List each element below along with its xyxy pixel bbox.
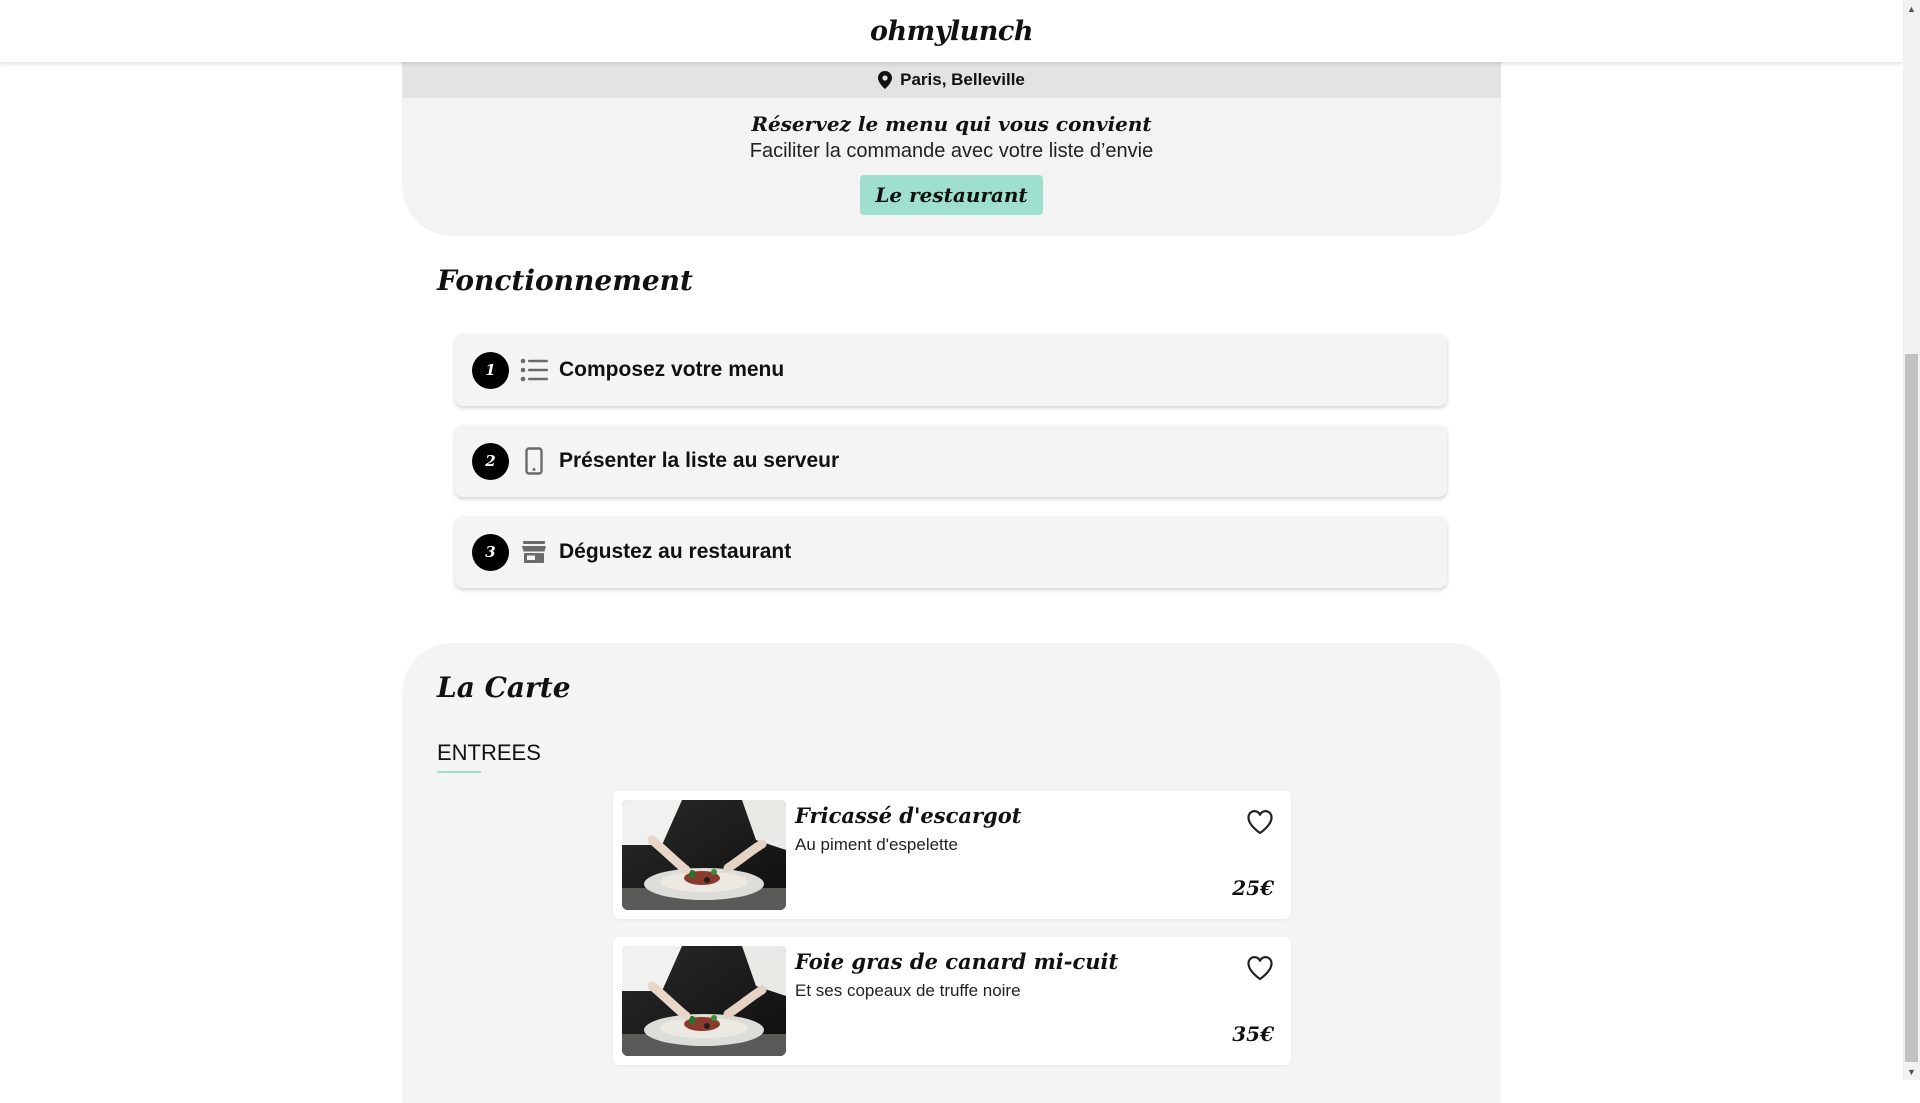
step-number: 1 — [472, 351, 509, 389]
top-header: ohmylunch — [0, 0, 1903, 62]
dish-photo — [622, 946, 786, 1056]
page-scrollbar[interactable]: ▲ ▼ — [1903, 0, 1920, 1080]
location-label: Paris, Belleville — [900, 70, 1025, 89]
how-it-works-title: Fonctionnement — [437, 264, 693, 297]
scroll-up-arrow-icon[interactable]: ▲ — [1903, 0, 1920, 17]
step-label: Présenter la liste au serveur — [559, 449, 840, 472]
step-number: 3 — [472, 533, 509, 571]
store-icon — [520, 538, 548, 566]
step-label: Dégustez au restaurant — [559, 540, 792, 563]
heart-icon[interactable] — [1246, 955, 1274, 981]
dish-description: Et ses copeaux de truffe noire — [795, 981, 1021, 1000]
step-compose-menu: 1 Composez votre menu — [455, 334, 1447, 406]
restaurant-button[interactable]: Le restaurant — [860, 175, 1043, 215]
dish-name: Fricassé d'escargot — [795, 803, 1022, 828]
hero-title: Réservez le menu qui vous convient — [751, 112, 1152, 136]
dish-card[interactable]: Foie gras de canard mi-cuit Et ses copea… — [613, 937, 1291, 1065]
step-present-list: 2 Présenter la liste au serveur — [455, 425, 1447, 497]
category-underline — [437, 771, 481, 773]
step-number: 2 — [472, 442, 509, 480]
dish-price: 25€ — [1232, 876, 1274, 900]
dish-photo — [622, 800, 786, 910]
heart-icon[interactable] — [1246, 809, 1274, 835]
phone-icon — [520, 447, 548, 475]
brand-logo[interactable]: ohmylunch — [870, 16, 1033, 47]
scroll-down-arrow-icon[interactable]: ▼ — [1903, 1063, 1920, 1080]
hero-card: Réservez le menu qui vous convient Facil… — [402, 98, 1501, 236]
hero-subtitle: Faciliter la commande avec votre liste d… — [749, 140, 1154, 162]
map-pin-icon — [878, 71, 893, 89]
menu-title: La Carte — [437, 671, 571, 704]
step-eat-at-restaurant: 3 Dégustez au restaurant — [455, 516, 1447, 588]
category-tab-entrees[interactable]: ENTREES — [437, 740, 541, 766]
step-label: Composez votre menu — [559, 358, 785, 381]
list-icon — [520, 356, 548, 384]
dish-card[interactable]: Fricassé d'escargot Au piment d'espelett… — [613, 791, 1291, 919]
scroll-thumb[interactable] — [1905, 354, 1918, 1062]
location-bar: Paris, Belleville — [402, 62, 1501, 98]
dish-price: 35€ — [1232, 1022, 1274, 1046]
dish-name: Foie gras de canard mi-cuit — [795, 949, 1119, 974]
dish-description: Au piment d'espelette — [795, 835, 958, 854]
